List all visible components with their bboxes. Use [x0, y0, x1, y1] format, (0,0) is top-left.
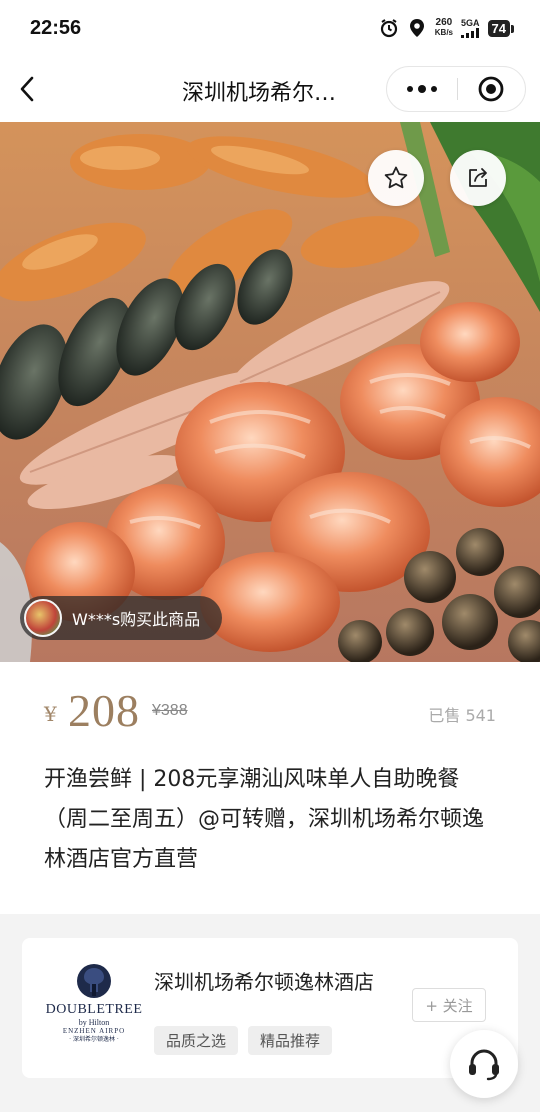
share-icon: [469, 168, 487, 187]
location-icon: [407, 18, 427, 38]
customer-service-button[interactable]: [450, 1030, 518, 1098]
logo-location: ENZHEN AIRPO: [62, 1027, 126, 1035]
page-title: 深圳机场希尔…: [182, 81, 337, 106]
status-bar: 22:56 260 KB/s 5GA 74: [0, 0, 540, 56]
alarm-icon: [379, 18, 399, 38]
logo-subtitle: by Hilton: [78, 1018, 110, 1027]
buyer-text: W***s购买此商品: [72, 610, 201, 629]
favorite-button[interactable]: [368, 150, 424, 206]
network-type: 5GA: [461, 18, 480, 28]
mini-program-capsule: [386, 66, 526, 112]
net-speed-unit: KB/s: [434, 28, 454, 37]
recent-buyer-badge: W***s购买此商品: [20, 596, 223, 640]
shop-tags: 品质之选 精品推荐: [154, 1026, 333, 1055]
more-dots-icon: [406, 86, 413, 92]
share-button[interactable]: [450, 150, 506, 206]
shop-tag: 品质之选: [154, 1026, 239, 1055]
current-price: 208: [68, 685, 140, 736]
buyer-avatar: [24, 599, 62, 637]
product-title: 开渔尝鲜 | 208元享潮汕风味单人自助晚餐（周二至周五）@可转赠，深圳机场希尔…: [44, 767, 485, 872]
target-close-icon: [478, 76, 504, 102]
star-icon: [384, 166, 408, 189]
shop-logo: DOUBLETREE by Hilton ENZHEN AIRPO · 深圳希尔…: [45, 962, 143, 1052]
doubletree-logo-icon: [77, 964, 111, 998]
logo-chinese: · 深圳希尔顿逸林 ·: [69, 1036, 119, 1043]
headset-icon: [469, 1049, 499, 1081]
net-speed: 260 KB/s: [435, 18, 453, 38]
more-button[interactable]: [387, 66, 457, 112]
chevron-left-icon: [20, 76, 34, 102]
status-time: 22:56: [30, 16, 82, 39]
net-speed-value: 260: [435, 17, 453, 28]
back-button[interactable]: [12, 74, 42, 104]
seafood-photo: [0, 122, 540, 662]
original-price: ¥388: [152, 702, 188, 719]
close-button[interactable]: [458, 66, 526, 112]
shop-tag: 精品推荐: [248, 1026, 333, 1055]
product-image[interactable]: W***s购买此商品: [0, 122, 540, 662]
signal-bars-icon: [461, 28, 480, 38]
follow-button[interactable]: + 关注: [412, 988, 486, 1022]
currency-symbol: ¥: [44, 702, 57, 726]
battery-indicator: 74: [487, 19, 515, 37]
product-info: ¥ 208 ¥388 已售 541 开渔尝鲜 | 208元享潮汕风味单人自助晚餐…: [0, 662, 540, 914]
nav-bar: 深圳机场希尔…: [0, 56, 540, 122]
shop-card[interactable]: DOUBLETREE by Hilton ENZHEN AIRPO · 深圳希尔…: [22, 938, 518, 1078]
product-page: 22:56 260 KB/s 5GA 74 深圳机场希尔… W***s购买此商品…: [0, 0, 540, 1112]
status-icons: 260 KB/s 5GA 74: [379, 18, 515, 38]
sold-count: 已售 541: [428, 706, 496, 725]
shop-name[interactable]: 深圳机场希尔顿逸林酒店: [154, 966, 374, 995]
logo-wordmark: DOUBLETREE: [45, 1002, 143, 1017]
signal-indicator: 5GA: [461, 18, 480, 38]
price-row: ¥ 208 ¥388 已售 541: [44, 684, 496, 736]
